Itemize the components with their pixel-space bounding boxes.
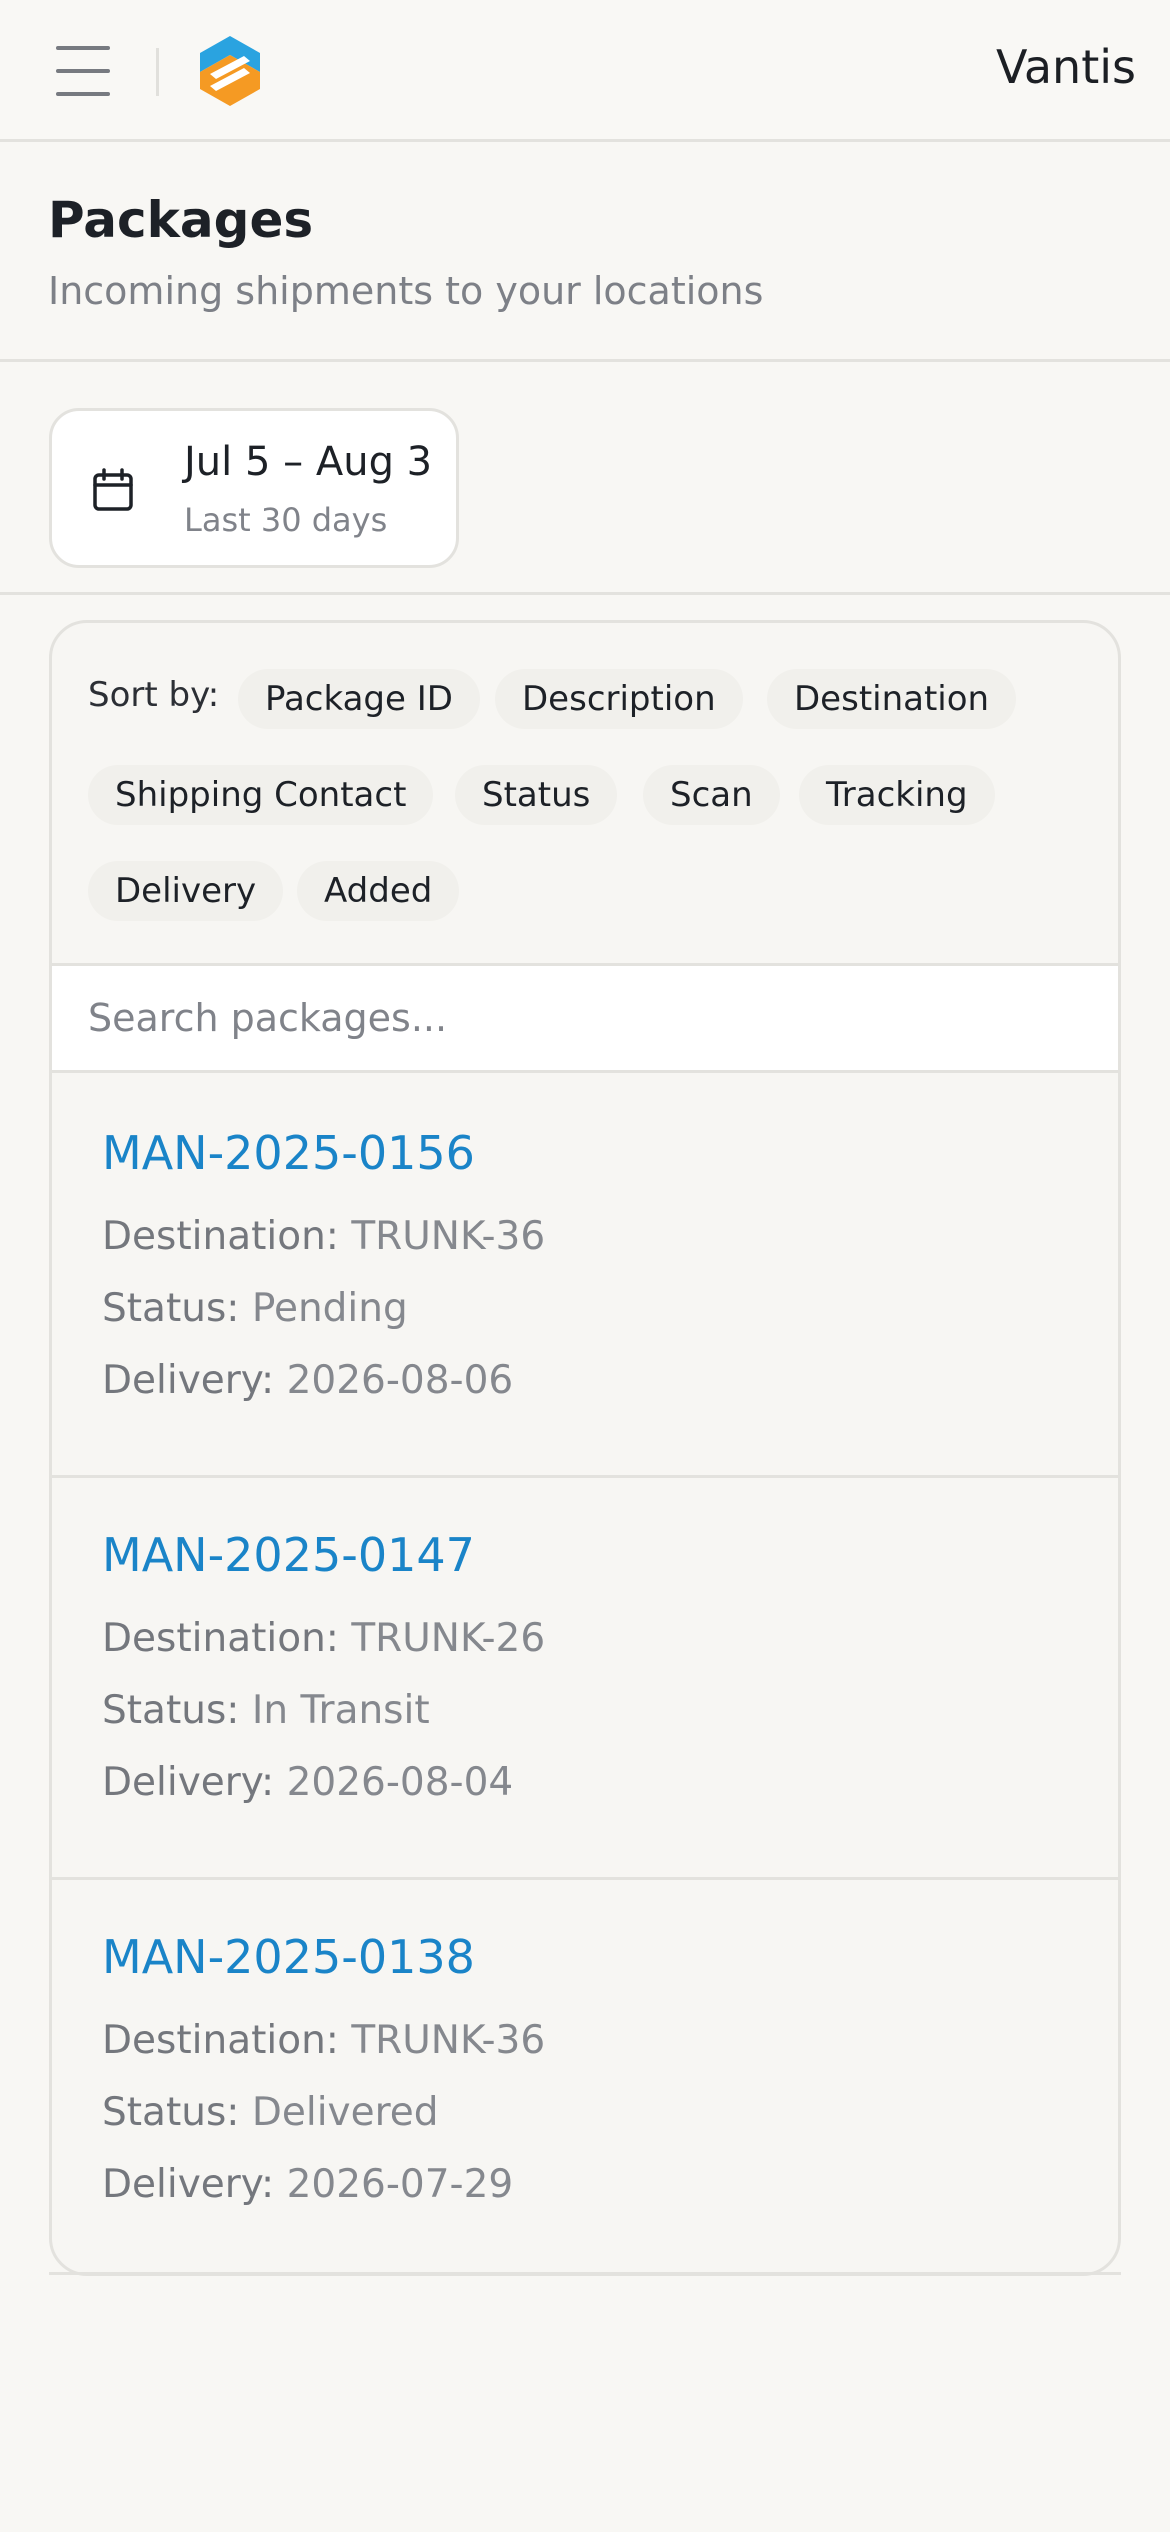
destination-label: Destination: xyxy=(102,1616,339,1661)
status-label: Status: xyxy=(102,1286,240,1331)
sort-chip-scan[interactable]: Scan xyxy=(643,765,780,825)
package-id-link[interactable]: MAN-2025-0156 xyxy=(102,1126,475,1180)
date-range-button[interactable]: Jul 5 – Aug 3 Last 30 days xyxy=(49,408,459,568)
delivery-label: Delivery: xyxy=(102,1358,275,1403)
package-delivery: Delivery: 2026-08-06 xyxy=(102,1358,513,1403)
package-id-link[interactable]: MAN-2025-0147 xyxy=(102,1528,475,1582)
package-status: Status: In Transit xyxy=(102,1688,430,1733)
destination-value: TRUNK-36 xyxy=(351,2018,546,2063)
status-label: Status: xyxy=(102,2090,240,2135)
package-delivery: Delivery: 2026-08-04 xyxy=(102,1760,513,1805)
sort-chip-added[interactable]: Added xyxy=(297,861,460,921)
sort-chip-destination[interactable]: Destination xyxy=(767,669,1017,729)
destination-label: Destination: xyxy=(102,1214,339,1259)
delivery-label: Delivery: xyxy=(102,1760,275,1805)
date-filter-section: Jul 5 – Aug 3 Last 30 days xyxy=(0,365,1170,595)
sort-chip-description[interactable]: Description xyxy=(495,669,743,729)
sort-chip-package-id[interactable]: Package ID xyxy=(238,669,480,729)
delivery-value: 2026-08-04 xyxy=(286,1760,514,1805)
package-destination: Destination: TRUNK-36 xyxy=(102,2018,545,2063)
list-bottom-divider xyxy=(49,2272,1121,2275)
sort-chip-tracking[interactable]: Tracking xyxy=(799,765,995,825)
search-input[interactable] xyxy=(52,963,1118,1073)
destination-value: TRUNK-26 xyxy=(351,1616,546,1661)
sort-label: Sort by: xyxy=(88,675,220,715)
delivery-value: 2026-08-06 xyxy=(286,1358,514,1403)
package-destination: Destination: TRUNK-36 xyxy=(102,1214,545,1259)
sort-chip-status[interactable]: Status xyxy=(455,765,618,825)
status-value: Delivered xyxy=(251,2090,439,2135)
delivery-label: Delivery: xyxy=(102,2162,275,2207)
package-status: Status: Delivered xyxy=(102,2090,439,2135)
destination-value: TRUNK-36 xyxy=(351,1214,546,1259)
page-subtitle: Incoming shipments to your locations xyxy=(48,269,764,313)
sort-chip-delivery[interactable]: Delivery xyxy=(88,861,284,921)
brand-name: Vantis xyxy=(995,40,1136,94)
page-title: Packages xyxy=(48,191,314,249)
package-destination: Destination: TRUNK-26 xyxy=(102,1616,545,1661)
status-value: In Transit xyxy=(251,1688,430,1733)
hamburger-menu-icon[interactable] xyxy=(54,42,112,100)
sort-chip-shipping-contact[interactable]: Shipping Contact xyxy=(88,765,434,825)
packages-card: Sort by: Package ID Description Destinat… xyxy=(49,620,1121,2276)
status-label: Status: xyxy=(102,1688,240,1733)
destination-label: Destination: xyxy=(102,2018,339,2063)
date-range-text: Jul 5 – Aug 3 xyxy=(184,439,433,485)
top-bar: Vantis xyxy=(0,0,1170,142)
sort-bar: Sort by: Package ID Description Destinat… xyxy=(52,623,1118,963)
package-delivery: Delivery: 2026-07-29 xyxy=(102,2162,513,2207)
package-id-link[interactable]: MAN-2025-0138 xyxy=(102,1930,475,1984)
date-range-hint: Last 30 days xyxy=(184,501,388,539)
package-item[interactable]: MAN-2025-0138 Destination: TRUNK-36 Stat… xyxy=(52,1880,1118,2273)
package-item[interactable]: MAN-2025-0156 Destination: TRUNK-36 Stat… xyxy=(52,1076,1118,1478)
page-header: Packages Incoming shipments to your loca… xyxy=(0,145,1170,362)
package-item[interactable]: MAN-2025-0147 Destination: TRUNK-26 Stat… xyxy=(52,1478,1118,1880)
package-status: Status: Pending xyxy=(102,1286,408,1331)
vantis-logo-icon[interactable] xyxy=(196,34,264,108)
calendar-icon xyxy=(93,468,133,511)
delivery-value: 2026-07-29 xyxy=(286,2162,514,2207)
status-value: Pending xyxy=(251,1286,408,1331)
header-divider xyxy=(156,48,159,96)
